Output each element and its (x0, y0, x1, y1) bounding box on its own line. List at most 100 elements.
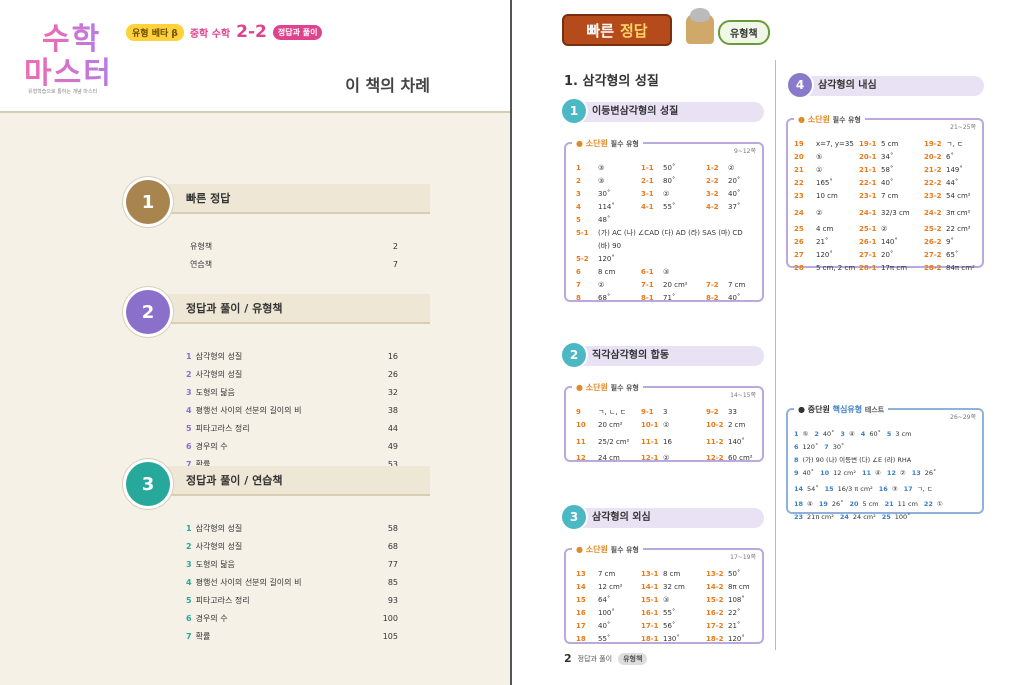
toc-item[interactable]: 5 피타고라스 정리 93 (186, 592, 398, 610)
answer-cell: 14 12 cm² (576, 581, 641, 594)
toc-item[interactable]: 7 확률 105 (186, 628, 398, 646)
toc-item[interactable]: 5 피타고라스 정리 44 (186, 420, 398, 438)
toc-section-number: 2 (126, 290, 170, 334)
page-footer: 2 정답과 풀이 유형책 (564, 652, 648, 665)
page-number: 2 (564, 652, 572, 665)
toc-item-label: 평행선 사이의 선분의 길이의 비 (195, 406, 302, 415)
toc-item[interactable]: 6 경우의 수 49 (186, 438, 398, 456)
toc-item-number: 4 (186, 578, 192, 587)
toc-item[interactable]: 3 도형의 닮음 32 (186, 384, 398, 402)
box-2-kind-a: 소단원 (585, 383, 608, 392)
question-number: 4 (860, 430, 866, 438)
answer-cell: 7② (576, 279, 641, 292)
toc-item-page: 77 (387, 560, 398, 569)
answer-value: 40˚ (802, 469, 815, 477)
question-number: 8-2 (706, 294, 719, 302)
question-number: 1 (576, 164, 581, 172)
toc-item[interactable]: 유형책 2 (186, 238, 398, 256)
section-1-header: 1 이등변삼각형의 성질 (562, 99, 764, 123)
question-number: 8 (794, 456, 799, 464)
answer-value: 120˚ (802, 443, 819, 451)
question-number: 6 (794, 443, 799, 451)
toc-item[interactable]: 1 삼각형의 성질 58 (186, 520, 398, 538)
question-number: 6 (576, 268, 581, 276)
answer-value: 32 cm (663, 583, 685, 591)
question-number: 19 (794, 140, 804, 148)
answer-value: 60˚ (869, 430, 881, 438)
toc-item[interactable]: 1 삼각형의 성질 16 (186, 348, 398, 366)
box-4-range: 21~25쪽 (950, 124, 976, 131)
question-number: 24-1 (859, 209, 877, 217)
answer-value: 33 (728, 408, 737, 416)
mid-test-cell: 14 54˚ (794, 480, 819, 498)
answer-cell: 16-2 22˚ (706, 607, 771, 620)
mid-test-cell: 8 (가) 90 (나) 이등변 (다) ∠E (라) RHA (794, 454, 911, 467)
answer-cell: 25 4 cm (794, 223, 859, 236)
answer-value: ③ (598, 164, 605, 172)
toc-item[interactable]: 3 도형의 닮음 77 (186, 556, 398, 574)
question-number: 7-2 (706, 281, 719, 289)
question-number: 25 (794, 225, 804, 233)
section-3-title: 삼각형의 외심 (592, 512, 651, 523)
toc-item[interactable]: 4 평행선 사이의 선분의 길이의 비 38 (186, 402, 398, 420)
answer-cell: 18-1 130˚ (641, 633, 706, 646)
question-number: 10 (576, 421, 586, 429)
section-2-number: 2 (562, 343, 586, 367)
question-number: 9-2 (706, 408, 719, 416)
answer-row: 5 48˚ (576, 214, 771, 227)
answer-cell: 20-1 34˚ (859, 151, 924, 164)
answer-cell: 10-1 ① (641, 419, 706, 432)
question-number: 19-1 (859, 140, 877, 148)
answer-value: ④ (875, 469, 881, 477)
answer-cell: 9-1 3 (641, 406, 706, 419)
mid-test-cell: 22 ① (924, 498, 943, 511)
toc-item[interactable]: 2 사각형의 성질 26 (186, 366, 398, 384)
answer-cell: 4-2 37˚ (706, 201, 771, 214)
answer-cell: 28 5 cm, 2 cm (794, 262, 859, 275)
mascot-icon (686, 8, 714, 44)
section-3-answers: ● 소단원 필수 유형 17~19쪽 13 7 cm 13-1 8 cm 13-2 50˚… (564, 544, 764, 646)
question-number: 20-2 (924, 153, 942, 161)
answer-cell: 22-2 44˚ (924, 177, 989, 190)
toc-item[interactable]: 2 사각형의 성질 68 (186, 538, 398, 556)
question-number: 18 (794, 500, 804, 508)
answer-cell: 7-1 20 cm² (641, 279, 706, 292)
question-number: 22 (794, 179, 804, 187)
toc-item[interactable]: 4 평행선 사이의 선분의 길이의 비 85 (186, 574, 398, 592)
answer-cell: 8-1 71˚ (641, 292, 706, 305)
mid-test-cell: 19 26˚ (819, 498, 844, 511)
toc-item-label: 사각형의 성질 (195, 370, 243, 379)
question-number: 9-1 (641, 408, 654, 416)
section-2-header: 2 직각삼각형의 합동 (562, 343, 764, 367)
mid-test-cell: 13 26˚ (912, 467, 937, 480)
question-number: 24 (794, 209, 804, 217)
answer-value: 165˚ (816, 179, 833, 187)
answer-cell: 10 20 cm² (576, 419, 641, 432)
toc-item-number: 3 (186, 560, 192, 569)
toc-item-label: 유형책 (190, 242, 213, 251)
logo-line2: 마스터 (24, 48, 113, 92)
answer-cell: 11-1 16 (641, 432, 706, 452)
answer-value: 34˚ (881, 153, 894, 161)
answer-value: (가) AC (나) ∠CAD (다) AD (라) SAS (마) CD (598, 229, 743, 237)
answer-value: 64˚ (598, 596, 611, 604)
answer-value: 3 cm (895, 430, 912, 438)
answer-value: 26˚ (924, 469, 937, 477)
question-number: 1-2 (706, 164, 719, 172)
answer-value: 7 cm (728, 281, 746, 289)
toc-item[interactable]: 연습책 7 (186, 256, 398, 274)
answer-value: 24 cm² (852, 513, 876, 521)
answer-row: 23 10 cm 23-1 7 cm 23-2 54 cm² (794, 190, 989, 203)
toc-item-page: 44 (387, 424, 398, 433)
mid-test-cell: 6 120˚ (794, 441, 818, 454)
answer-cell: 23-2 54 cm² (924, 190, 989, 203)
question-number: 3-1 (641, 190, 654, 198)
answer-cell: 15-1 ③ (641, 594, 706, 607)
answer-value: 37˚ (728, 203, 741, 211)
box-3-range: 17~19쪽 (730, 554, 756, 561)
question-number: 15 (576, 596, 586, 604)
answer-row: 1 ③ 1-1 50˚ 1-2 ② (576, 162, 771, 175)
toc-item[interactable]: 6 경우의 수 100 (186, 610, 398, 628)
question-number: 7-1 (641, 281, 654, 289)
answer-value: 24 cm (598, 454, 620, 462)
